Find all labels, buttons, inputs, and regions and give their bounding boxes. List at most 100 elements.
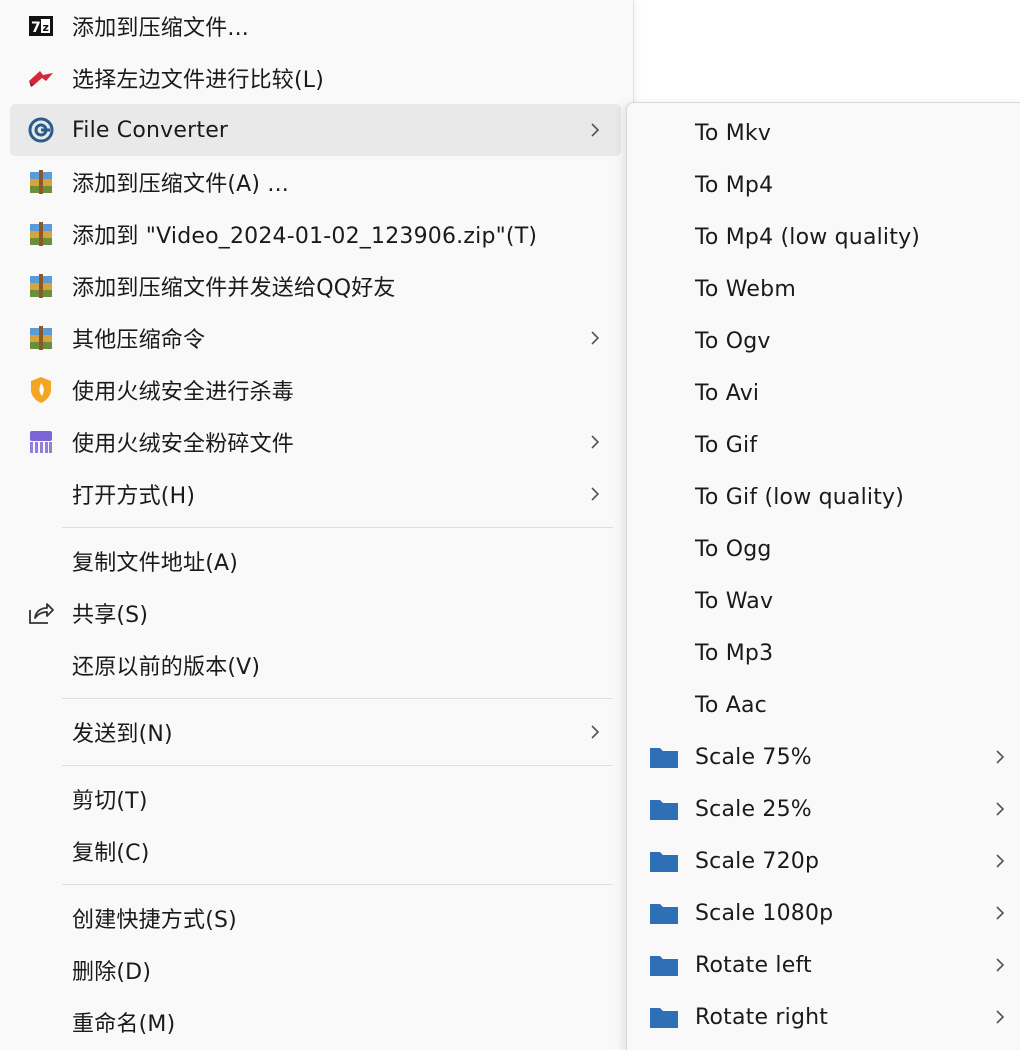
submenu-item-scale-75[interactable]: Scale 75% — [627, 731, 1020, 783]
submenu-item-scale-720p[interactable]: Scale 720p — [627, 835, 1020, 887]
submenu-item-to-mp4[interactable]: To Mp4 — [627, 159, 1020, 211]
submenu-item-scale-25[interactable]: Scale 25% — [627, 783, 1020, 835]
menu-item-huorong-scan[interactable]: 使用火绒安全进行杀毒 — [10, 364, 621, 416]
chevron-right-icon — [988, 797, 1012, 821]
menu-item-file-converter[interactable]: File Converter — [10, 104, 621, 156]
menu-item-label: 添加到压缩文件并发送给QQ好友 — [72, 276, 396, 301]
submenu-item-scale-1080p[interactable]: Scale 1080p — [627, 887, 1020, 939]
chevron-right-icon — [583, 326, 607, 350]
menu-separator — [62, 765, 613, 766]
folder-icon — [647, 1001, 681, 1033]
chevron-right-icon — [583, 720, 607, 744]
chevron-right-icon — [988, 901, 1012, 925]
submenu-item-label: To Mp4 — [695, 172, 774, 198]
submenu-item-to-aac[interactable]: To Aac — [627, 679, 1020, 731]
menu-item-label: 复制文件地址(A) — [72, 551, 239, 576]
menu-item-7zip-add[interactable]: 7z 添加到压缩文件... — [10, 0, 621, 52]
submenu-item-to-wav[interactable]: To Wav — [627, 575, 1020, 627]
menu-separator — [62, 698, 613, 699]
menu-item-compare-left[interactable]: 选择左边文件进行比较(L) — [10, 52, 621, 104]
menu-item-label: 剪切(T) — [72, 789, 148, 814]
menu-item-label: 还原以前的版本(V) — [72, 655, 261, 680]
folder-icon — [647, 793, 681, 825]
submenu-item-label: To Ogv — [695, 328, 771, 354]
folder-icon — [647, 741, 681, 773]
submenu-item-to-avi[interactable]: To Avi — [627, 367, 1020, 419]
file-converter-icon — [24, 114, 58, 146]
submenu-item-label: Scale 25% — [695, 796, 812, 822]
huorong-shield-icon — [24, 374, 58, 406]
submenu-item-label: To Wav — [695, 588, 774, 614]
shredder-icon — [24, 426, 58, 458]
menu-item-huorong-shred[interactable]: 使用火绒安全粉碎文件 — [10, 416, 621, 468]
submenu-item-to-gif[interactable]: To Gif — [627, 419, 1020, 471]
submenu-item-label: Rotate right — [695, 1004, 829, 1030]
submenu-item-to-mp4-low[interactable]: To Mp4 (low quality) — [627, 211, 1020, 263]
menu-item-rename[interactable]: 重命名(M) — [10, 996, 621, 1048]
winrar-icon — [24, 218, 58, 250]
menu-separator — [62, 884, 613, 885]
menu-item-label: 创建快捷方式(S) — [72, 908, 237, 933]
submenu-item-rotate-right[interactable]: Rotate right — [627, 991, 1020, 1043]
svg-text:z: z — [43, 21, 49, 34]
submenu-item-to-mp3[interactable]: To Mp3 — [627, 627, 1020, 679]
menu-item-restore-versions[interactable]: 还原以前的版本(V) — [10, 639, 621, 691]
submenu-item-to-mkv[interactable]: To Mkv — [627, 107, 1020, 159]
menu-item-other-compress[interactable]: 其他压缩命令 — [10, 312, 621, 364]
menu-item-label: 发送到(N) — [72, 722, 173, 747]
submenu-item-label: To Avi — [695, 380, 760, 406]
compare-icon — [24, 62, 58, 94]
menu-item-label: 打开方式(H) — [72, 484, 196, 509]
folder-icon — [647, 845, 681, 877]
chevron-right-icon — [583, 118, 607, 142]
menu-item-copy[interactable]: 复制(C) — [10, 825, 621, 877]
submenu-item-label: Rotate left — [695, 952, 812, 978]
winrar-icon — [24, 322, 58, 354]
submenu-item-label: Scale 720p — [695, 848, 820, 874]
menu-item-winrar-add-zip[interactable]: 添加到 "Video_2024-01-02_123906.zip"(T) — [10, 208, 621, 260]
file-converter-submenu: To Mkv To Mp4 To Mp4 (low quality) To We… — [626, 102, 1020, 1050]
menu-item-copy-path[interactable]: 复制文件地址(A) — [10, 535, 621, 587]
chevron-right-icon — [583, 430, 607, 454]
folder-icon — [647, 897, 681, 929]
chevron-right-icon — [988, 1005, 1012, 1029]
submenu-item-label: To Ogg — [695, 536, 772, 562]
submenu-item-to-ogv[interactable]: To Ogv — [627, 315, 1020, 367]
chevron-right-icon — [988, 953, 1012, 977]
submenu-item-to-webm[interactable]: To Webm — [627, 263, 1020, 315]
menu-item-open-with[interactable]: 打开方式(H) — [10, 468, 621, 520]
menu-item-label: 复制(C) — [72, 841, 150, 866]
svg-text:7: 7 — [31, 20, 41, 36]
menu-item-create-shortcut[interactable]: 创建快捷方式(S) — [10, 892, 621, 944]
submenu-item-label: To Mp4 (low quality) — [695, 224, 921, 250]
menu-item-share[interactable]: 共享(S) — [10, 587, 621, 639]
menu-item-winrar-add[interactable]: 添加到压缩文件(A) ... — [10, 156, 621, 208]
submenu-item-label: To Gif — [695, 432, 758, 458]
chevron-right-icon — [988, 849, 1012, 873]
submenu-item-label: To Mkv — [695, 120, 772, 146]
menu-item-delete[interactable]: 删除(D) — [10, 944, 621, 996]
submenu-item-label: To Gif (low quality) — [695, 484, 905, 510]
submenu-item-rotate-left[interactable]: Rotate left — [627, 939, 1020, 991]
menu-item-label: 选择左边文件进行比较(L) — [72, 68, 325, 93]
share-icon — [24, 597, 58, 629]
menu-item-label: 其他压缩命令 — [72, 328, 206, 353]
menu-item-label: 使用火绒安全粉碎文件 — [72, 432, 295, 457]
submenu-item-label: To Mp3 — [695, 640, 774, 666]
submenu-item-to-ogg[interactable]: To Ogg — [627, 523, 1020, 575]
chevron-right-icon — [583, 482, 607, 506]
menu-separator — [62, 527, 613, 528]
folder-icon — [647, 949, 681, 981]
menu-item-winrar-send-qq[interactable]: 添加到压缩文件并发送给QQ好友 — [10, 260, 621, 312]
chevron-right-icon — [988, 745, 1012, 769]
submenu-item-label: Scale 1080p — [695, 900, 834, 926]
submenu-item-to-gif-low[interactable]: To Gif (low quality) — [627, 471, 1020, 523]
menu-item-cut[interactable]: 剪切(T) — [10, 773, 621, 825]
menu-item-send-to[interactable]: 发送到(N) — [10, 706, 621, 758]
winrar-icon — [24, 270, 58, 302]
menu-item-label: 使用火绒安全进行杀毒 — [72, 380, 295, 405]
submenu-item-label: To Webm — [695, 276, 796, 302]
submenu-item-label: Scale 75% — [695, 744, 812, 770]
context-menu: 7z 添加到压缩文件... 选择左边文件进行比较(L) File Convert… — [0, 0, 634, 1050]
menu-item-label: 添加到 "Video_2024-01-02_123906.zip"(T) — [72, 224, 538, 249]
